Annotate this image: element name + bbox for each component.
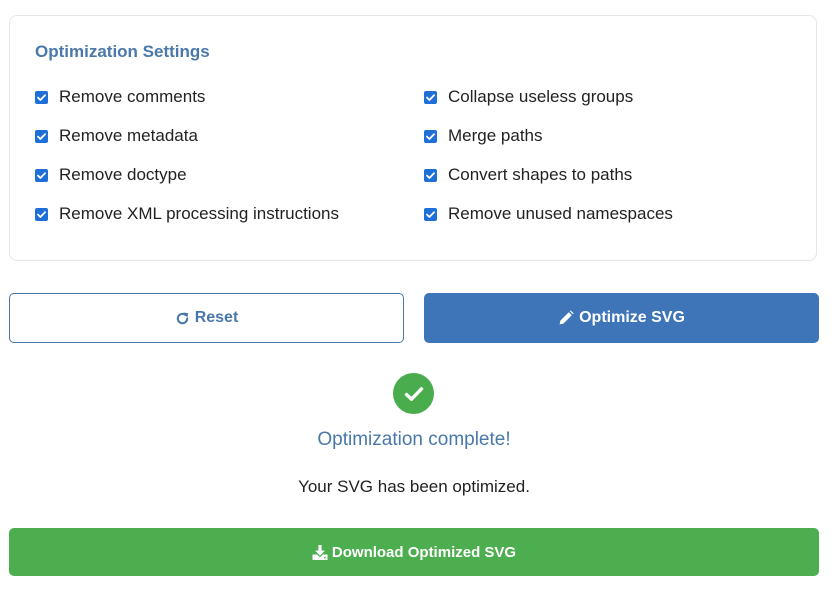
- option-remove-unused-namespaces[interactable]: Remove unused namespaces: [424, 203, 795, 225]
- checkbox-checked-icon[interactable]: [35, 129, 48, 143]
- option-remove-doctype[interactable]: Remove doctype: [35, 164, 424, 186]
- option-label: Remove metadata: [59, 126, 198, 145]
- optimize-svg-label: Optimize SVG: [579, 309, 685, 326]
- reset-button[interactable]: Reset: [9, 293, 404, 343]
- check-circle-icon: [393, 373, 434, 414]
- option-label: Remove XML processing instructions: [59, 204, 339, 223]
- download-optimized-svg-button[interactable]: Download Optimized SVG: [9, 528, 819, 576]
- checkbox-checked-icon[interactable]: [35, 207, 48, 221]
- checkbox-checked-icon[interactable]: [424, 90, 437, 104]
- checkbox-checked-icon[interactable]: [35, 90, 48, 104]
- option-label: Remove comments: [59, 87, 206, 106]
- option-remove-comments[interactable]: Remove comments: [35, 86, 424, 108]
- option-label: Collapse useless groups: [448, 87, 634, 106]
- option-convert-shapes-to-paths[interactable]: Convert shapes to paths: [424, 164, 795, 186]
- reset-label: Reset: [194, 309, 239, 326]
- optimize-svg-button[interactable]: Optimize SVG: [424, 293, 819, 343]
- option-label: Merge paths: [448, 126, 543, 145]
- option-label: Remove doctype: [59, 165, 187, 184]
- pencil-icon: [558, 310, 574, 326]
- option-remove-metadata[interactable]: Remove metadata: [35, 125, 424, 147]
- option-label: Convert shapes to paths: [448, 165, 633, 184]
- download-label: Download Optimized SVG: [331, 543, 517, 561]
- option-label: Remove unused namespaces: [448, 204, 673, 223]
- redo-icon: [175, 311, 190, 326]
- status-title: Optimization complete!: [317, 429, 511, 450]
- option-collapse-useless-groups[interactable]: Collapse useless groups: [424, 86, 795, 108]
- options-grid: Remove comments Collapse useless groups …: [35, 86, 795, 242]
- download-icon: [312, 544, 328, 560]
- settings-title: Optimization Settings: [35, 42, 210, 61]
- option-remove-xml-processing-instructions[interactable]: Remove XML processing instructions: [35, 203, 424, 225]
- option-merge-paths[interactable]: Merge paths: [424, 125, 795, 147]
- checkbox-checked-icon[interactable]: [424, 129, 437, 143]
- optimization-settings-card: Optimization Settings Remove comments Co…: [9, 15, 817, 261]
- checkbox-checked-icon[interactable]: [424, 168, 437, 182]
- checkbox-checked-icon[interactable]: [424, 207, 437, 221]
- checkbox-checked-icon[interactable]: [35, 168, 48, 182]
- status-message: Your SVG has been optimized.: [298, 477, 530, 496]
